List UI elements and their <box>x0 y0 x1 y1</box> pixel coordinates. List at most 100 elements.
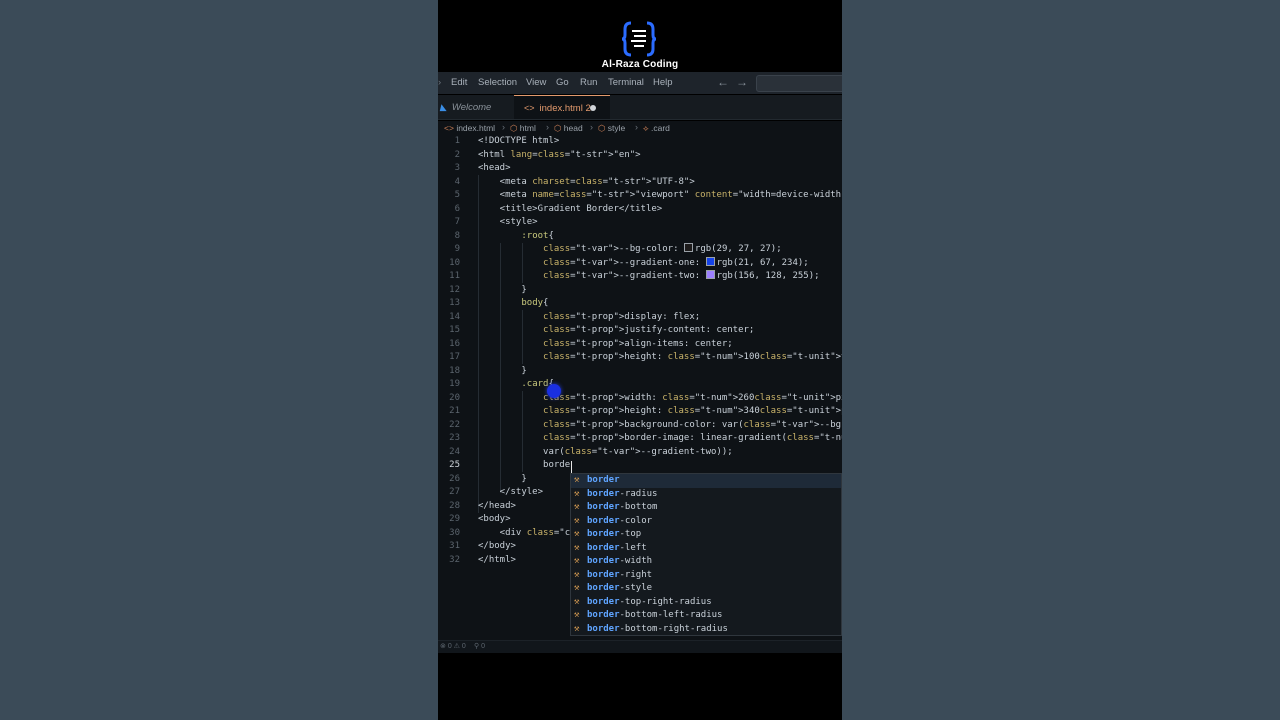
line-number: 3 <box>454 163 460 173</box>
code-line[interactable]: 1 <!DOCTYPE html> <box>438 135 842 149</box>
code-line[interactable]: 18 } <box>438 365 842 379</box>
line-number: 18 <box>449 365 460 376</box>
code-line[interactable]: 3 <head> <box>438 162 842 176</box>
status-bar: ⊗ 0 ⚠ 0 ⚲ 0 <box>438 640 842 653</box>
code-line[interactable]: 14 class="t-prop">display: flex; <box>438 311 842 325</box>
error-warning-status[interactable]: ⊗ 0 ⚠ 0 <box>440 642 466 650</box>
ports-status[interactable]: ⚲ 0 <box>474 642 485 650</box>
property-wrench-icon: ⚒ <box>574 556 580 566</box>
code-line[interactable]: 15 class="t-prop">justify-content: cente… <box>438 324 842 338</box>
menu-overflow[interactable]: › <box>438 77 441 88</box>
line-number: 1 <box>454 136 460 146</box>
color-swatch-icon[interactable] <box>683 243 693 252</box>
back-arrow-icon[interactable]: ← <box>717 75 729 89</box>
menu-selection[interactable]: Selection <box>478 77 517 88</box>
breadcrumb-item[interactable]: <> index.html <box>444 123 495 133</box>
code-text: :root{ <box>521 230 554 241</box>
code-editor[interactable]: 1 <!DOCTYPE html> 2 <html lang=class="t-str… <box>438 135 842 640</box>
breadcrumb-item[interactable]: ⬡ head <box>554 123 583 134</box>
code-line[interactable]: 9 class="t-var">--bg-color: rgb(29, 27, … <box>438 243 842 257</box>
code-line[interactable]: 10 class="t-var">--gradient-one: rgb(21,… <box>438 256 842 271</box>
suggestion-item[interactable]: ⚒ border-left <box>571 542 841 556</box>
line-number: 17 <box>449 352 460 362</box>
code-line[interactable]: 2 <html lang=class="t-str">"en"> <box>438 149 842 163</box>
suggestion-item[interactable]: ⚒ border-radius <box>571 488 841 502</box>
forward-arrow-icon[interactable]: → <box>736 75 748 89</box>
suggestion-item[interactable]: ⚒ border-bottom-left-radius <box>571 609 841 623</box>
unsaved-dot-icon[interactable] <box>590 105 596 111</box>
suggestion-item[interactable]: ⚒ border-bottom <box>571 501 841 515</box>
suggestion-item[interactable]: ⚒ border-right <box>571 569 841 583</box>
code-line[interactable]: 24 var(class="t-var">--gradient-two)); <box>438 446 842 460</box>
tab-index-html[interactable]: <> index.html 2 <box>514 95 610 119</box>
mouse-pointer-highlight <box>547 384 561 398</box>
code-line[interactable]: 4 <meta charset=class="t-str">"UTF-8"> <box>438 176 842 190</box>
code-line[interactable]: 23 class="t-prop">border-image: linear-g… <box>438 432 842 446</box>
code-line[interactable]: 22 class="t-prop">background-color: var(… <box>438 419 842 433</box>
command-center-search[interactable] <box>756 75 842 92</box>
suggestion-label: border-bottom-left-radius <box>587 610 723 620</box>
property-wrench-icon: ⚒ <box>574 488 580 499</box>
suggestion-label: border-bottom-right-radius <box>587 623 728 634</box>
line-number: 9 <box>454 244 460 254</box>
code-text: class="t-prop">display: flex; <box>543 311 701 322</box>
breadcrumb-item[interactable]: ⬡ style <box>598 123 625 134</box>
code-line[interactable]: 8 :root{ <box>438 230 842 244</box>
code-text: class="t-prop">justify-content: center; <box>543 325 755 335</box>
code-line[interactable]: 11 class="t-var">--gradient-two: rgb(156… <box>438 270 842 284</box>
color-swatch-icon[interactable] <box>705 256 715 266</box>
line-number: 32 <box>449 554 460 565</box>
tab-label: Welcome <box>451 102 492 113</box>
color-swatch-icon[interactable] <box>705 270 715 279</box>
code-text: class="t-prop">height: class="t-num">100… <box>543 352 842 362</box>
code-line[interactable]: 25 borde <box>438 459 842 473</box>
code-text: class="t-prop">align-items: center; <box>543 338 733 349</box>
code-text: </head> <box>478 500 516 511</box>
menu-go[interactable]: Go <box>556 77 569 88</box>
code-line[interactable]: 16 class="t-prop">align-items: center; <box>438 338 842 352</box>
code-text: } <box>478 473 527 484</box>
property-wrench-icon: ⚒ <box>574 515 580 526</box>
menu-help[interactable]: Help <box>653 77 673 88</box>
code-text: <body> <box>478 514 511 524</box>
suggestion-item[interactable]: ⚒ border-width <box>571 555 841 569</box>
line-number: 14 <box>449 311 460 322</box>
code-line[interactable]: 19 .card{ <box>438 378 842 392</box>
property-wrench-icon: ⚒ <box>574 502 580 512</box>
code-line[interactable]: 13 body{ <box>438 297 842 311</box>
line-number: 11 <box>449 271 460 281</box>
code-line[interactable]: 5 <meta name=class="t-str">"viewport" co… <box>438 189 842 203</box>
suggestion-item[interactable]: ⚒ border-style <box>571 582 841 596</box>
code-line[interactable]: 21 class="t-prop">height: class="t-num">… <box>438 405 842 419</box>
code-text: body{ <box>521 298 549 308</box>
suggestion-label: border-bottom <box>587 502 658 512</box>
menu-terminal[interactable]: Terminal <box>608 77 644 88</box>
code-line[interactable]: 7 <style> <box>438 216 842 230</box>
suggestion-label: border-radius <box>587 488 658 499</box>
code-text: class="t-prop">width: class="t-num">260c… <box>543 392 842 403</box>
suggestion-item[interactable]: ⚒ border-top <box>571 528 841 542</box>
suggestion-item[interactable]: ⚒ border-bottom-right-radius <box>571 623 841 637</box>
menu-view[interactable]: View <box>526 77 546 88</box>
code-text: <!DOCTYPE html> <box>478 136 560 146</box>
html-file-icon: <> <box>524 103 535 113</box>
breadcrumb-item[interactable]: ⟡ .card <box>643 123 670 134</box>
code-line[interactable]: 17 class="t-prop">height: class="t-num">… <box>438 351 842 365</box>
menu-run[interactable]: Run <box>580 77 597 88</box>
line-number: 20 <box>449 392 460 403</box>
code-text: borde <box>478 460 571 470</box>
autocomplete-dropdown[interactable]: ⚒ border ⚒ border-radius ⚒ border-bottom ⚒ bord… <box>570 473 842 636</box>
code-text: <meta charset=class="t-str">"UTF-8"> <box>478 176 695 187</box>
code-text: <meta name=class="t-str">"viewport" cont… <box>478 190 842 200</box>
menu-edit[interactable]: Edit <box>451 77 467 88</box>
suggestion-item[interactable]: ⚒ border <box>571 474 841 488</box>
code-line[interactable]: 12 } <box>438 284 842 298</box>
property-wrench-icon: ⚒ <box>574 542 580 553</box>
code-line[interactable]: 20 class="t-prop">width: class="t-num">2… <box>438 392 842 406</box>
suggestion-item[interactable]: ⚒ border-color <box>571 515 841 529</box>
breadcrumb-item[interactable]: ⬡ html <box>510 123 536 134</box>
tab-welcome[interactable]: ◣ Welcome <box>438 95 514 119</box>
code-text: class="t-prop">height: class="t-num">340… <box>543 406 842 416</box>
suggestion-item[interactable]: ⚒ border-top-right-radius <box>571 596 841 610</box>
code-line[interactable]: 6 <title>Gradient Border</title> <box>438 203 842 217</box>
